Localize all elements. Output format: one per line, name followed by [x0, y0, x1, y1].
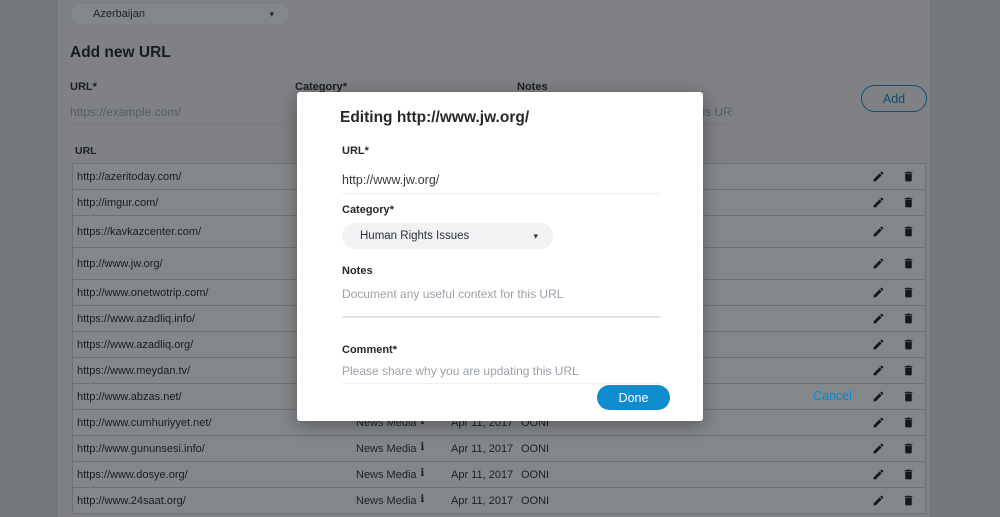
required-marker: *: [390, 204, 394, 216]
required-marker: *: [393, 344, 397, 356]
modal-category-select[interactable]: Human Rights Issues ▾: [342, 223, 553, 249]
modal-notes-input[interactable]: [342, 282, 660, 306]
modal-category-value: Human Rights Issues: [342, 230, 469, 242]
done-button[interactable]: Done: [597, 385, 670, 410]
chevron-down-icon: ▾: [533, 232, 538, 241]
modal-url-input[interactable]: [342, 166, 660, 194]
modal-comment-label: Comment*: [342, 344, 397, 356]
modal-comment-input[interactable]: [342, 358, 660, 384]
modal-title: Editing http://www.jw.org/: [340, 109, 529, 127]
modal-divider: [342, 316, 660, 318]
modal-notes-label: Notes: [342, 265, 373, 277]
edit-url-modal: Editing http://www.jw.org/ URL* Category…: [297, 92, 703, 421]
modal-category-label: Category*: [342, 204, 394, 216]
cancel-button[interactable]: Cancel: [813, 386, 852, 406]
required-marker: *: [365, 145, 369, 157]
modal-url-label: URL*: [342, 145, 369, 157]
